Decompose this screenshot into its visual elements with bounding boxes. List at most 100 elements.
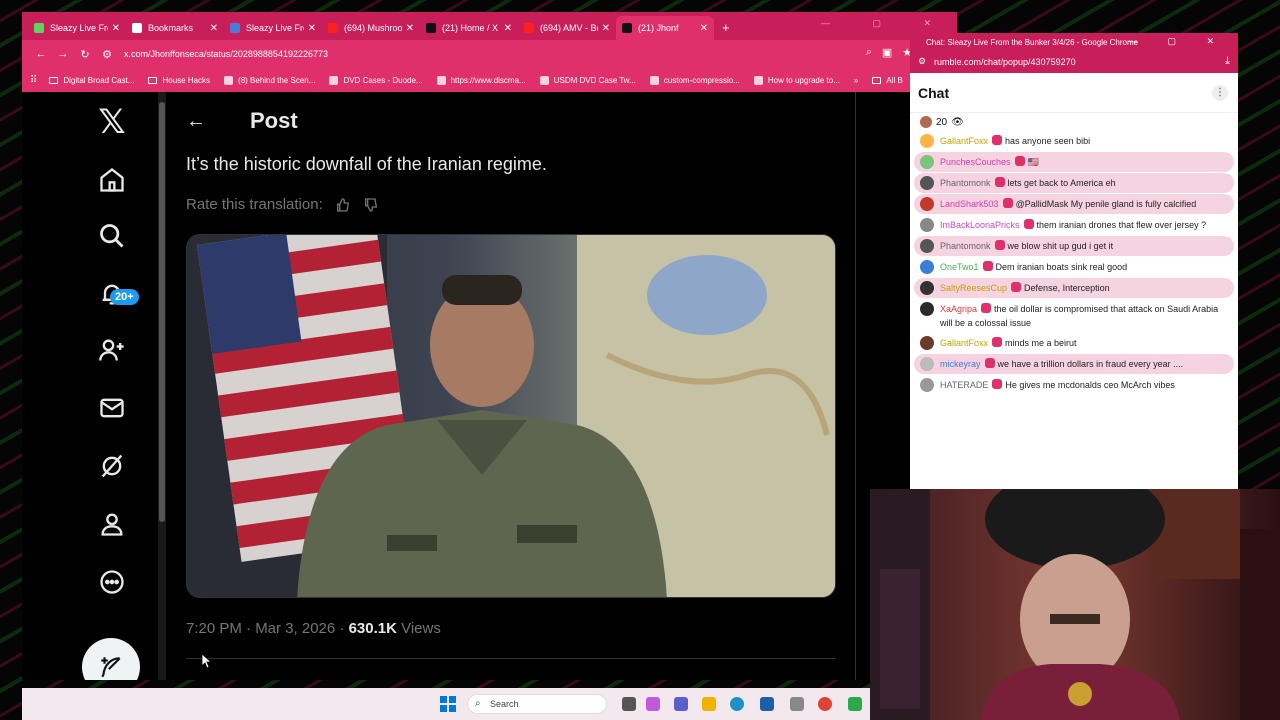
chat-username[interactable]: ImBackLoonaPricks (940, 220, 1020, 230)
chat-username[interactable]: LandShark503 (940, 199, 999, 209)
chat-username[interactable]: HATERADE (940, 380, 988, 390)
tab-close-icon[interactable]: ✕ (504, 23, 512, 34)
rumble-badge-icon (994, 177, 1005, 187)
home-icon[interactable] (90, 158, 134, 202)
chat-avatar[interactable] (920, 155, 934, 169)
browser-tab[interactable]: (694) Mushroo ✕ (322, 16, 420, 40)
chat-menu-icon[interactable]: ⋮ (1212, 85, 1228, 101)
site-controls-icon[interactable]: ⚙ (918, 56, 926, 67)
video-player[interactable] (186, 234, 836, 598)
chat-message: Phantomonk we blow shit up gud i get it (914, 236, 1234, 256)
bookmark-label: USDM DVD Case Tw... (553, 75, 636, 85)
chat-username[interactable]: OneTwo1 (940, 262, 979, 272)
thumbs-up-icon[interactable] (335, 197, 351, 213)
tab-close-icon[interactable]: ✕ (406, 23, 414, 34)
apps-icon[interactable]: ⠿ (30, 75, 37, 86)
tab-close-icon[interactable]: ✕ (602, 23, 610, 34)
search-icon: ⌕ (475, 698, 481, 709)
chat-avatar[interactable] (920, 239, 934, 253)
chat-window-controls[interactable]: — ▢ ✕ (1128, 36, 1228, 47)
download-icon[interactable]: ⤓ (1225, 55, 1230, 68)
post-timestamp[interactable]: 7:20 PM · Mar 3, 2026 · (186, 620, 349, 637)
edge-icon[interactable] (730, 697, 744, 711)
viewer-count: 20 👁 (910, 113, 1238, 131)
browser-tab[interactable]: (694) AMV - Be ✕ (518, 16, 616, 40)
forward-icon[interactable]: → (52, 48, 74, 60)
chat-title: Chat (918, 85, 950, 101)
chrome-icon[interactable] (818, 697, 832, 711)
rumble-icon[interactable] (848, 697, 862, 711)
grok-icon[interactable] (90, 444, 134, 488)
teams-icon[interactable] (674, 697, 688, 711)
explore-search-icon[interactable] (90, 214, 134, 258)
browser-tab[interactable]: (21) Jhonf ✕ (616, 16, 714, 40)
bookmark-item[interactable]: custom-compressio... (649, 75, 740, 85)
store-icon[interactable] (760, 697, 774, 711)
compose-post-button[interactable] (82, 638, 140, 680)
tab-close-icon[interactable]: ✕ (112, 23, 120, 34)
bookmark-item[interactable]: How to upgrade to... (753, 75, 840, 85)
chat-avatar[interactable] (920, 176, 934, 190)
chat-username[interactable]: mickeyray (940, 359, 981, 369)
chat-message-list[interactable]: GallantFoxx has anyone seen bibi PunchesCo… (910, 131, 1238, 395)
reload-icon[interactable]: ↻ (74, 48, 96, 61)
chat-url[interactable]: rumble.com/chat/popup/430759270 (934, 57, 1076, 67)
zoom-icon[interactable]: ⌕ (866, 46, 872, 59)
bookmark-label: custom-compressio... (663, 75, 740, 85)
app-icon[interactable] (790, 697, 804, 711)
task-view-icon[interactable] (622, 697, 636, 711)
bookmark-item[interactable]: DVD Cases - Duode... (329, 75, 423, 85)
file-explorer-icon[interactable] (702, 697, 716, 711)
bookmarks-overflow-icon[interactable]: » (854, 76, 858, 85)
taskbar-search[interactable]: ⌕ Search (467, 694, 607, 714)
cast-icon[interactable]: ▣ (882, 46, 892, 59)
messages-mail-icon[interactable] (90, 386, 134, 430)
back-icon[interactable]: ← (30, 48, 52, 60)
tab-close-icon[interactable]: ✕ (210, 23, 218, 34)
browser-tab[interactable]: Sleazy Live Fro ✕ (28, 16, 126, 40)
chat-username[interactable]: Phantomonk (940, 241, 991, 251)
chat-username[interactable]: Phantomonk (940, 178, 991, 188)
all-bookmarks-folder[interactable]: All B (872, 76, 903, 85)
tab-close-icon[interactable]: ✕ (700, 23, 708, 34)
site-info-icon[interactable]: ⚙ (96, 48, 118, 61)
chat-avatar[interactable] (920, 336, 934, 350)
chat-avatar[interactable] (920, 302, 934, 316)
back-arrow-icon[interactable]: ← (186, 110, 206, 133)
follow-add-user-icon[interactable] (90, 328, 134, 372)
tab-favicon-icon (230, 23, 240, 33)
browser-tab[interactable]: (21) Home / X ✕ (420, 16, 518, 40)
bookmark-item[interactable]: House Hacks (148, 76, 210, 85)
tab-close-icon[interactable]: ✕ (308, 23, 316, 34)
chat-avatar[interactable] (920, 197, 934, 211)
thumbs-down-icon[interactable] (363, 197, 379, 213)
bookmark-item[interactable]: https://www.discma... (436, 75, 526, 85)
rumble-badge-icon (994, 240, 1005, 250)
browser-tab[interactable]: Sleazy Live Fro ✕ (224, 16, 322, 40)
chat-avatar[interactable] (920, 134, 934, 148)
chat-avatar[interactable] (920, 378, 934, 392)
window-controls[interactable]: — ▢ ✕ (821, 18, 951, 29)
windows-start-icon[interactable] (440, 696, 456, 712)
x-logo-icon[interactable]: 𝕏 (90, 100, 134, 144)
bookmark-item[interactable]: (8) Behind the Scen... (224, 75, 315, 85)
profile-icon[interactable] (90, 502, 134, 546)
chat-username[interactable]: SaltyReesesCup (940, 283, 1007, 293)
bookmark-item[interactable]: Digital Broad Cast... (49, 76, 134, 85)
chat-username[interactable]: GallantFoxx (940, 136, 988, 146)
new-tab-button[interactable]: + (722, 20, 730, 35)
chat-username[interactable]: PunchesCouches (940, 157, 1011, 167)
copilot-icon[interactable] (646, 697, 660, 711)
bookmark-item[interactable]: USDM DVD Case Tw... (539, 75, 636, 85)
sidebar-scrollbar[interactable] (158, 92, 166, 680)
chat-avatar[interactable] (920, 281, 934, 295)
chat-avatar[interactable] (920, 218, 934, 232)
browser-tab[interactable]: Bookmarks ✕ (126, 16, 224, 40)
chat-username[interactable]: GallantFoxx (940, 338, 988, 348)
tab-label: Sleazy Live Fro (50, 23, 108, 33)
address-bar[interactable]: x.com/Jhonffonseca/status/20289888541922… (124, 49, 328, 59)
chat-avatar[interactable] (920, 260, 934, 274)
more-options-icon[interactable] (90, 560, 134, 604)
chat-avatar[interactable] (920, 357, 934, 371)
chat-username[interactable]: XaAgripa (940, 304, 977, 314)
